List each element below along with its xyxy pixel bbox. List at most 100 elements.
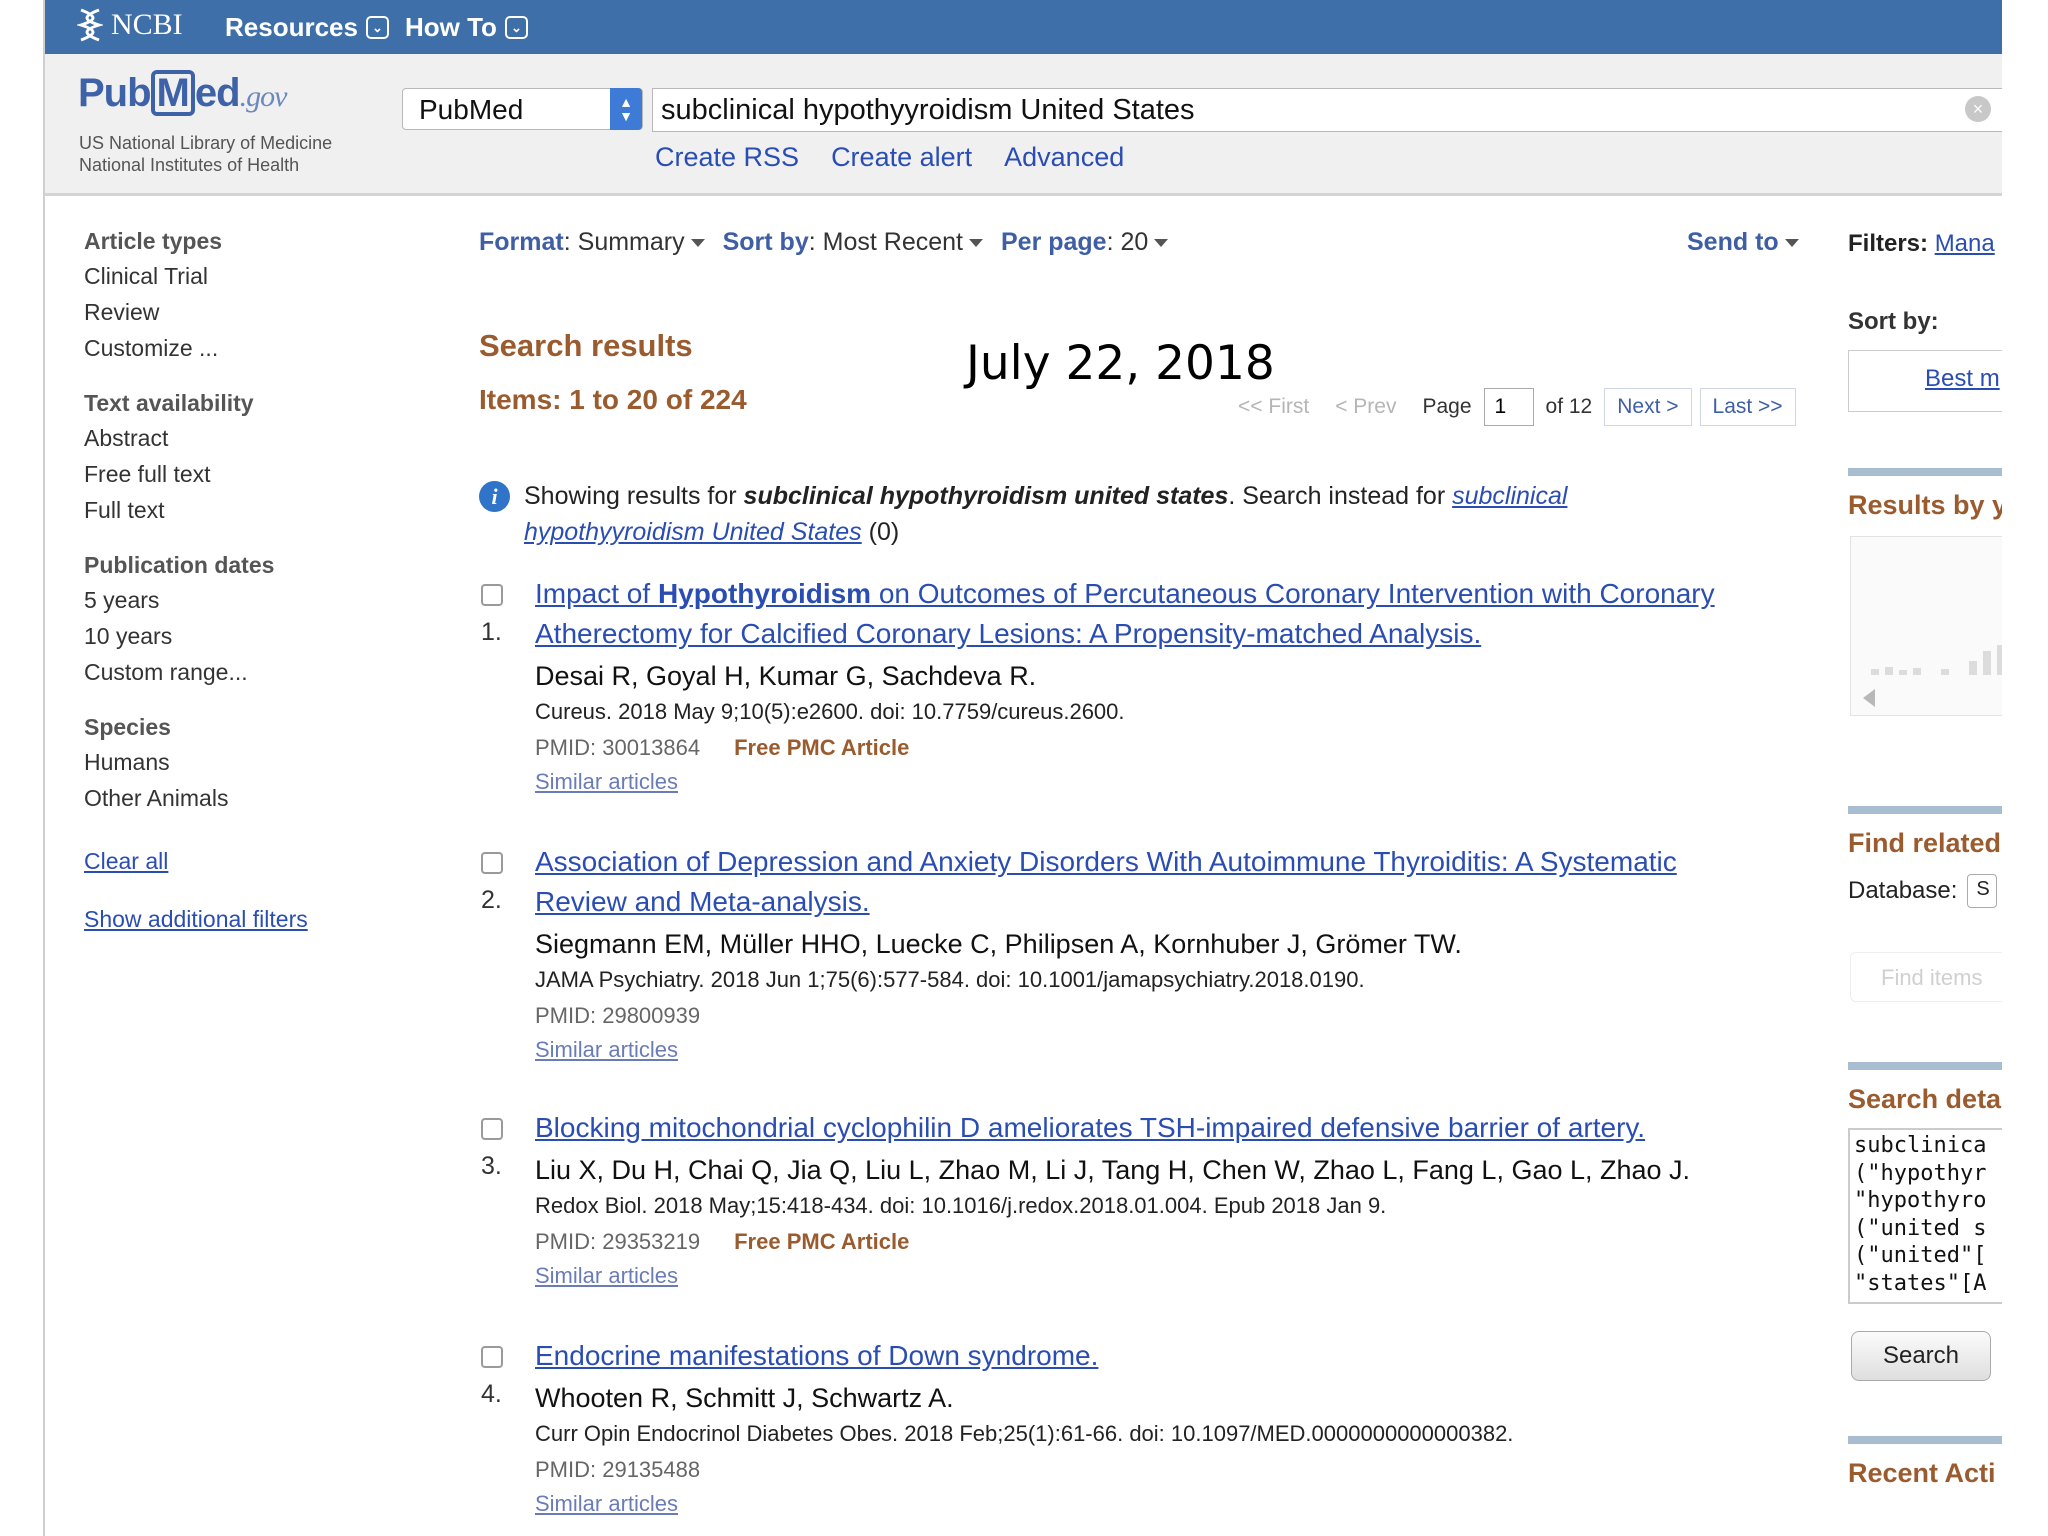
notice-middle: . Search instead for: [1228, 482, 1453, 510]
result-title-link[interactable]: Endocrine manifestations of Down syndrom…: [535, 1336, 1775, 1376]
resources-menu[interactable]: Resources ⌄: [225, 12, 389, 43]
ncbi-helix-icon: [77, 8, 103, 42]
right-sort-by-label: Sort by:: [1848, 308, 1939, 335]
filter-free-full-text[interactable]: Free full text: [84, 456, 384, 492]
next-page-button[interactable]: Next >: [1604, 388, 1692, 426]
corrected-query: subclinical hypothyroidism united states: [743, 482, 1229, 510]
find-items-button[interactable]: Find items: [1850, 952, 2020, 1002]
info-icon: i: [479, 481, 510, 512]
filter-5-years[interactable]: 5 years: [84, 582, 384, 618]
section-divider: [1848, 806, 2008, 814]
filter-group-species: Species Humans Other Animals: [84, 710, 384, 816]
sort-menu[interactable]: Sort by: Most Recent: [723, 228, 983, 257]
per-page-menu[interactable]: Per page: 20: [1000, 228, 1169, 257]
manage-filters-link[interactable]: Mana: [1935, 230, 1995, 257]
create-alert-link[interactable]: Create alert: [831, 142, 972, 173]
filter-group-title: Species: [84, 714, 171, 740]
sort-value: Most Recent: [822, 228, 963, 256]
first-page-link[interactable]: << First: [1238, 395, 1309, 419]
filter-group-title: Publication dates: [84, 552, 275, 578]
prev-page-link[interactable]: < Prev: [1335, 395, 1396, 419]
free-pmc-badge: Free PMC Article: [734, 735, 910, 760]
graph-scroll-left-icon[interactable]: [1863, 689, 1875, 707]
result-title-link[interactable]: Blocking mitochondrial cyclophilin D ame…: [535, 1108, 1775, 1148]
result-title-link[interactable]: Association of Depression and Anxiety Di…: [535, 842, 1725, 922]
last-page-button[interactable]: Last >>: [1699, 388, 1796, 426]
result-title-link[interactable]: Impact of Hypothyroidism on Outcomes of …: [535, 574, 1775, 654]
clear-all-link[interactable]: Clear all: [84, 844, 384, 878]
right-filters-label: Filters:: [1848, 230, 1929, 257]
filter-customize[interactable]: Customize ...: [84, 330, 384, 366]
result-citation: Redox Biol. 2018 May;15:418-434. doi: 10…: [535, 1193, 1387, 1218]
filter-group-text-availability: Text availability Abstract Free full tex…: [84, 386, 384, 528]
logo-gov: .gov: [239, 80, 288, 113]
pmid: PMID: 30013864: [535, 735, 701, 760]
chevron-down-icon: ⌄: [365, 16, 389, 39]
search-input[interactable]: [652, 88, 2047, 132]
filter-custom-range[interactable]: Custom range...: [84, 654, 384, 690]
similar-articles-link[interactable]: Similar articles: [535, 766, 1775, 798]
result-checkbox[interactable]: [481, 1118, 503, 1140]
format-menu[interactable]: Format: Summary: [479, 228, 705, 257]
similar-articles-link[interactable]: Similar articles: [535, 1260, 1775, 1292]
result-pmid-row: PMID: 29353219 Free PMC Article: [535, 1224, 1775, 1260]
display-settings-bar: Format: Summary Sort by: Most Recent Per…: [479, 228, 1169, 257]
title-text: Impact of: [535, 578, 658, 609]
search-details-button[interactable]: Search: [1851, 1331, 1991, 1381]
format-label: Format: [479, 228, 564, 256]
filter-abstract[interactable]: Abstract: [84, 420, 384, 456]
pubmed-logo[interactable]: Pub Med.gov: [78, 70, 288, 116]
filter-10-years[interactable]: 10 years: [84, 618, 384, 654]
database-label: Database:: [1848, 877, 1958, 904]
result-authors: Whooten R, Schmitt J, Schwartz A.: [535, 1383, 954, 1413]
similar-articles-link[interactable]: Similar articles: [535, 1034, 1775, 1066]
right-filters-row: Filters: Mana: [1848, 230, 1995, 258]
create-rss-link[interactable]: Create RSS: [655, 142, 799, 173]
clear-search-icon[interactable]: ×: [1965, 96, 1991, 122]
related-database-select[interactable]: S: [1967, 874, 1998, 908]
search-details-textarea[interactable]: subclinica ("hypothyr "hypothyro ("unite…: [1848, 1128, 2008, 1304]
results-by-year-graph[interactable]: [1850, 536, 2010, 716]
database-value: PubMed: [419, 94, 524, 125]
result-citation: Curr Opin Endocrinol Diabetes Obes. 2018…: [535, 1421, 1514, 1446]
search-results-heading: Search results: [479, 328, 693, 363]
chevron-down-icon: ⌄: [504, 16, 528, 39]
date-annotation: July 22, 2018: [966, 336, 1275, 391]
free-pmc-badge: Free PMC Article: [734, 1229, 910, 1254]
section-divider: [1848, 1062, 2008, 1070]
result-citation: JAMA Psychiatry. 2018 Jun 1;75(6):577-58…: [535, 967, 1365, 992]
result-checkbox[interactable]: [481, 1346, 503, 1368]
ncbi-label: NCBI: [111, 8, 183, 41]
per-page-value: 20: [1120, 228, 1149, 256]
show-additional-filters-link[interactable]: Show additional filters: [84, 902, 384, 936]
result-number: 3.: [481, 1152, 502, 1180]
section-divider: [1848, 468, 2008, 476]
ncbi-logo[interactable]: NCBI: [77, 8, 183, 42]
filter-full-text[interactable]: Full text: [84, 492, 384, 528]
filter-clinical-trial[interactable]: Clinical Trial: [84, 258, 384, 294]
similar-articles-link[interactable]: Similar articles: [535, 1488, 1775, 1520]
result-number: 4.: [481, 1380, 502, 1408]
per-page-label: Per page: [1000, 228, 1107, 256]
logo-ed: ed: [194, 71, 241, 115]
filter-humans[interactable]: Humans: [84, 744, 384, 780]
pmid: PMID: 29800939: [535, 1003, 701, 1028]
advanced-search-link[interactable]: Advanced: [1004, 142, 1124, 173]
sort-by-best-match-box[interactable]: Best m: [1848, 350, 2008, 412]
ncbi-topbar: NCBI Resources ⌄ How To ⌄: [45, 0, 2002, 54]
search-options: Create RSS Create alert Advanced: [655, 142, 1124, 173]
caret-down-icon: [1154, 239, 1169, 248]
result-checkbox[interactable]: [481, 852, 503, 874]
recent-activity-heading: Recent Acti: [1848, 1458, 1996, 1488]
result-checkbox[interactable]: [481, 584, 503, 606]
how-to-menu[interactable]: How To ⌄: [405, 12, 528, 43]
notice-text: Showing results for subclinical hypothyr…: [479, 478, 1629, 550]
database-select[interactable]: PubMed ▲ ▼: [402, 88, 643, 130]
page-number-input[interactable]: [1483, 388, 1534, 426]
filter-sidebar: Article types Clinical Trial Review Cust…: [84, 224, 384, 936]
send-to-menu[interactable]: Send to: [1687, 228, 1799, 257]
result-pmid-row: PMID: 29800939: [535, 998, 1775, 1034]
filter-other-animals[interactable]: Other Animals: [84, 780, 384, 816]
best-match-link[interactable]: Best m: [1925, 365, 2000, 392]
filter-review[interactable]: Review: [84, 294, 384, 330]
